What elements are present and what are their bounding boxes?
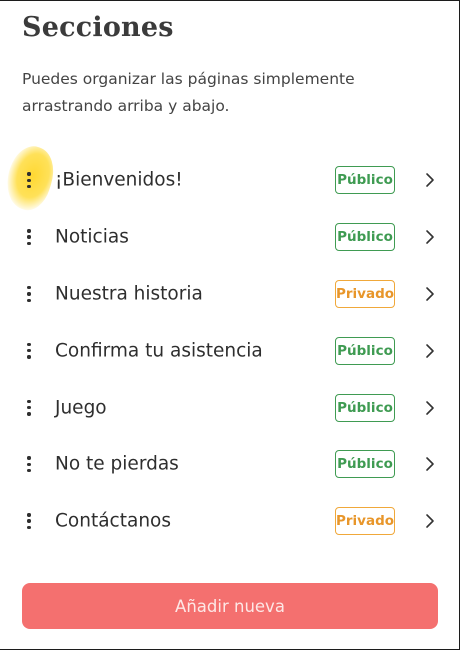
section-row-nuestra-historia[interactable]: Nuestra historia Privado bbox=[0, 266, 461, 323]
section-label: Juego bbox=[55, 397, 107, 419]
chevron-right-icon[interactable] bbox=[424, 286, 436, 302]
section-label: Noticias bbox=[55, 226, 129, 248]
status-badge: Público bbox=[335, 393, 395, 422]
section-label: Contáctanos bbox=[55, 510, 171, 532]
section-row-confirma-asistencia[interactable]: Confirma tu asistencia Público bbox=[0, 322, 461, 379]
status-badge: Público bbox=[335, 450, 395, 479]
page-title: Secciones bbox=[22, 12, 174, 43]
chevron-right-icon[interactable] bbox=[424, 400, 436, 416]
chevron-right-icon[interactable] bbox=[424, 229, 436, 245]
add-section-button[interactable]: Añadir nueva bbox=[22, 583, 438, 629]
section-label: Confirma tu asistencia bbox=[55, 340, 263, 362]
sections-list: ¡Bienvenidos! Público Noticias Público N… bbox=[0, 152, 461, 550]
chevron-right-icon[interactable] bbox=[424, 343, 436, 359]
section-row-contactanos[interactable]: Contáctanos Privado bbox=[0, 493, 461, 550]
status-badge: Privado bbox=[335, 507, 395, 536]
section-label: ¡Bienvenidos! bbox=[55, 169, 183, 191]
drag-handle-icon[interactable] bbox=[24, 399, 34, 416]
status-badge: Privado bbox=[335, 279, 395, 308]
drag-handle-icon[interactable] bbox=[24, 513, 34, 530]
drag-handle-icon[interactable] bbox=[24, 285, 34, 302]
drag-handle-icon[interactable] bbox=[24, 342, 34, 359]
status-badge: Público bbox=[335, 223, 395, 252]
page-description: Puedes organizar las páginas simplemente… bbox=[22, 70, 355, 115]
status-badge: Público bbox=[335, 166, 395, 195]
status-badge: Público bbox=[335, 336, 395, 365]
chevron-right-icon[interactable] bbox=[424, 172, 436, 188]
section-row-no-te-pierdas[interactable]: No te pierdas Público bbox=[0, 436, 461, 493]
chevron-right-icon[interactable] bbox=[424, 513, 436, 529]
chevron-right-icon[interactable] bbox=[424, 456, 436, 472]
section-label: Nuestra historia bbox=[55, 283, 203, 305]
section-label: No te pierdas bbox=[55, 453, 179, 475]
drag-handle-icon[interactable] bbox=[24, 456, 34, 473]
section-row-juego[interactable]: Juego Público bbox=[0, 379, 461, 436]
section-row-noticias[interactable]: Noticias Público bbox=[0, 209, 461, 266]
section-row-bienvenidos[interactable]: ¡Bienvenidos! Público bbox=[0, 152, 461, 209]
drag-handle-icon[interactable] bbox=[24, 172, 34, 189]
drag-handle-icon[interactable] bbox=[24, 229, 34, 246]
